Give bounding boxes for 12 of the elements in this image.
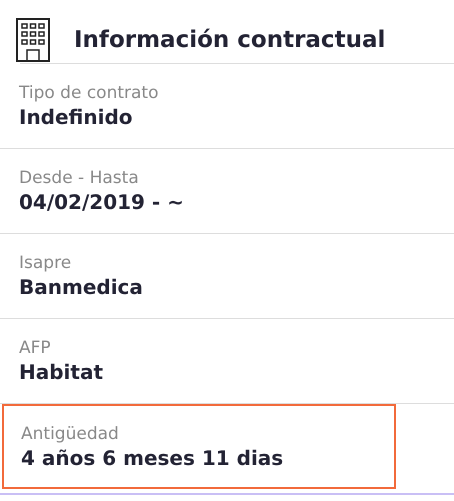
field-value: 04/02/2019 - ~ bbox=[19, 190, 185, 214]
building-icon bbox=[16, 18, 50, 62]
field-label: Desde - Hasta bbox=[19, 168, 140, 188]
field-label: Isapre bbox=[19, 253, 72, 273]
field-value: Habitat bbox=[19, 360, 104, 384]
field-label: Antigüedad bbox=[21, 424, 120, 444]
field-label: AFP bbox=[19, 338, 52, 358]
field-value: 4 años 6 meses 11 dias bbox=[21, 446, 284, 470]
field-value: Indefinido bbox=[19, 105, 134, 129]
field-value: Banmedica bbox=[19, 275, 144, 299]
section-title: Información contractual bbox=[74, 26, 386, 52]
field-label: Tipo de contrato bbox=[19, 83, 160, 103]
